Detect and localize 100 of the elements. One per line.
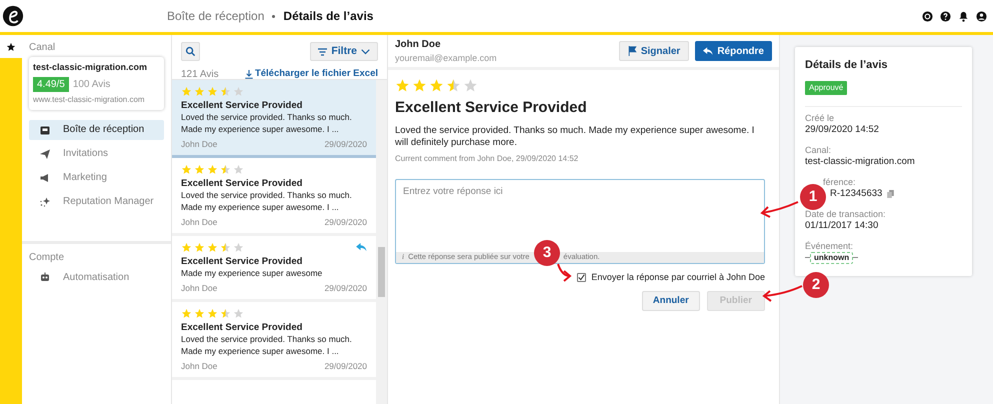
filter-button[interactable]: Filtre [310,42,378,61]
review-count: 121 Avis [181,68,219,82]
reviewer-email: youremail@example.com [395,52,497,65]
star-icon [194,308,205,319]
step-marker: 3 [534,240,560,266]
breadcrumb-item: Détails de l’avis [283,8,374,25]
sidebar-item[interactable]: Invitations [29,144,164,164]
annotation-arrow [557,264,572,282]
review-date: 29/09/2020 [324,139,367,150]
account-icon[interactable] [976,10,987,22]
sidebar-item[interactable]: Automatisation [29,267,164,287]
scrollbar[interactable] [376,80,387,404]
channel-card[interactable]: test-classic-migration.com 4.49/5 100 Avis www.test-classic-migration.com [29,57,164,110]
copy-icon[interactable] [887,190,894,198]
sidebar-item[interactable]: Reputation Manager [29,192,164,212]
star-icon [412,78,427,93]
megaphone-icon [39,172,51,184]
checkbox[interactable] [577,272,586,282]
field-value: 29/09/2020 14:52 [805,124,879,136]
field-label: Date de transaction: [805,208,886,220]
scrollbar-thumb[interactable] [378,247,385,297]
star-icon [181,164,192,175]
star-icon [220,86,231,97]
reviewer-name: John Doe [395,38,442,52]
review-text: Loved the service provided. Thanks so much. Made my experience super awesome. I will definitely purchase more. [395,124,756,148]
review-date: 29/09/2020 [324,283,367,294]
star-icon [6,42,16,52]
star-icon [194,86,205,97]
annotation-arrow [760,201,798,218]
card-title: Détails de l’avis [805,58,889,73]
review-excerpt: Loved the service provided. Thanks so much. Made my experience super awesome. I ... [181,333,353,357]
star-icon [207,86,218,97]
sidebar-item[interactable]: Boîte de réception [29,120,164,140]
flag-icon [628,46,637,56]
review-author: John Doe [181,139,218,150]
review-title: Excellent Service Provided [181,178,304,189]
section-label: Canal [29,41,56,55]
review-excerpt: Made my experience super awesome [181,267,324,279]
review-date: 29/09/2020 [324,217,367,228]
star-icon [181,308,192,319]
checkbox-label: Envoyer la réponse par courriel à John Doe [591,270,765,284]
review-title: Excellent Service Provided [181,256,304,267]
review-meta: Current comment from John Doe, 29/09/2020 14:52 [395,152,580,164]
channel-url: www.test-classic-migration.com [33,94,146,106]
star-icon [207,308,218,319]
star-icon [207,164,218,175]
section-label: Compte [29,251,66,265]
annotation-arrow [762,285,802,302]
cancel-button[interactable]: Annuler [642,291,700,311]
status-badge: Approuvé [805,80,848,94]
help-icon[interactable] [940,10,951,22]
filter-icon [318,48,328,56]
search-icon [185,46,196,57]
star-icon [429,78,444,93]
field-label: Créé le [805,112,834,124]
review-excerpt: Loved the service provided. Thanks so much. Made my experience super awesome. I ... [181,111,353,135]
star-icon [233,164,244,175]
star-icon [207,242,218,253]
star-icon [220,164,231,175]
field-label: férence: [823,176,856,188]
breadcrumb-separator [272,14,276,18]
star-icon [194,242,205,253]
review-excerpt: Loved the service provided. Thanks so much. Made my experience super awesome. I ... [181,189,353,213]
reply-button[interactable]: Répondre [695,41,772,61]
review-author: John Doe [181,361,218,372]
star-icon [446,78,461,93]
event-tag: unknown [810,252,854,264]
star-icon [220,308,231,319]
report-button[interactable]: Signaler [618,41,690,61]
channel-name: test-classic-migration.com [33,61,148,74]
review-title: Excellent Service Provided [395,98,588,118]
logo-badge-icon[interactable] [922,10,933,22]
review-date: 29/09/2020 [324,361,367,372]
favorites-tab[interactable] [0,35,22,58]
download-link[interactable]: Télécharger le fichier Excel [244,67,378,82]
star-icon [194,164,205,175]
review-item[interactable]: Excellent Service Provided Loved the service provided. Thanks so much. Made my experience super awesome. I ... John Doe 29/09/2020 [172,80,376,158]
field-label: Canal: [805,144,832,156]
field-label: Événement: [805,240,854,252]
check-icon [578,274,586,281]
star-icon [181,242,192,253]
sidebar-item[interactable]: Marketing [29,168,164,188]
star-icon [220,242,231,253]
field-value: R-12345633 [830,188,882,200]
star-icon [233,242,244,253]
search-button[interactable] [181,42,200,61]
download-icon [244,70,253,79]
breadcrumb-item[interactable]: Boîte de réception [167,7,264,25]
star-icon [181,86,192,97]
review-author: John Doe [181,217,218,228]
review-title: Excellent Service Provided [181,322,304,333]
reply-icon [703,46,714,56]
bell-icon[interactable] [958,10,969,22]
review-count: 100 Avis [72,78,110,92]
star-icon [233,308,244,319]
paper-plane-icon [39,148,51,160]
field-value: test-classic-migration.com [805,156,915,168]
chevron-down-icon [361,48,370,54]
score-badge: 4.49/5 [33,76,69,92]
review-title: Excellent Service Provided [181,100,304,111]
